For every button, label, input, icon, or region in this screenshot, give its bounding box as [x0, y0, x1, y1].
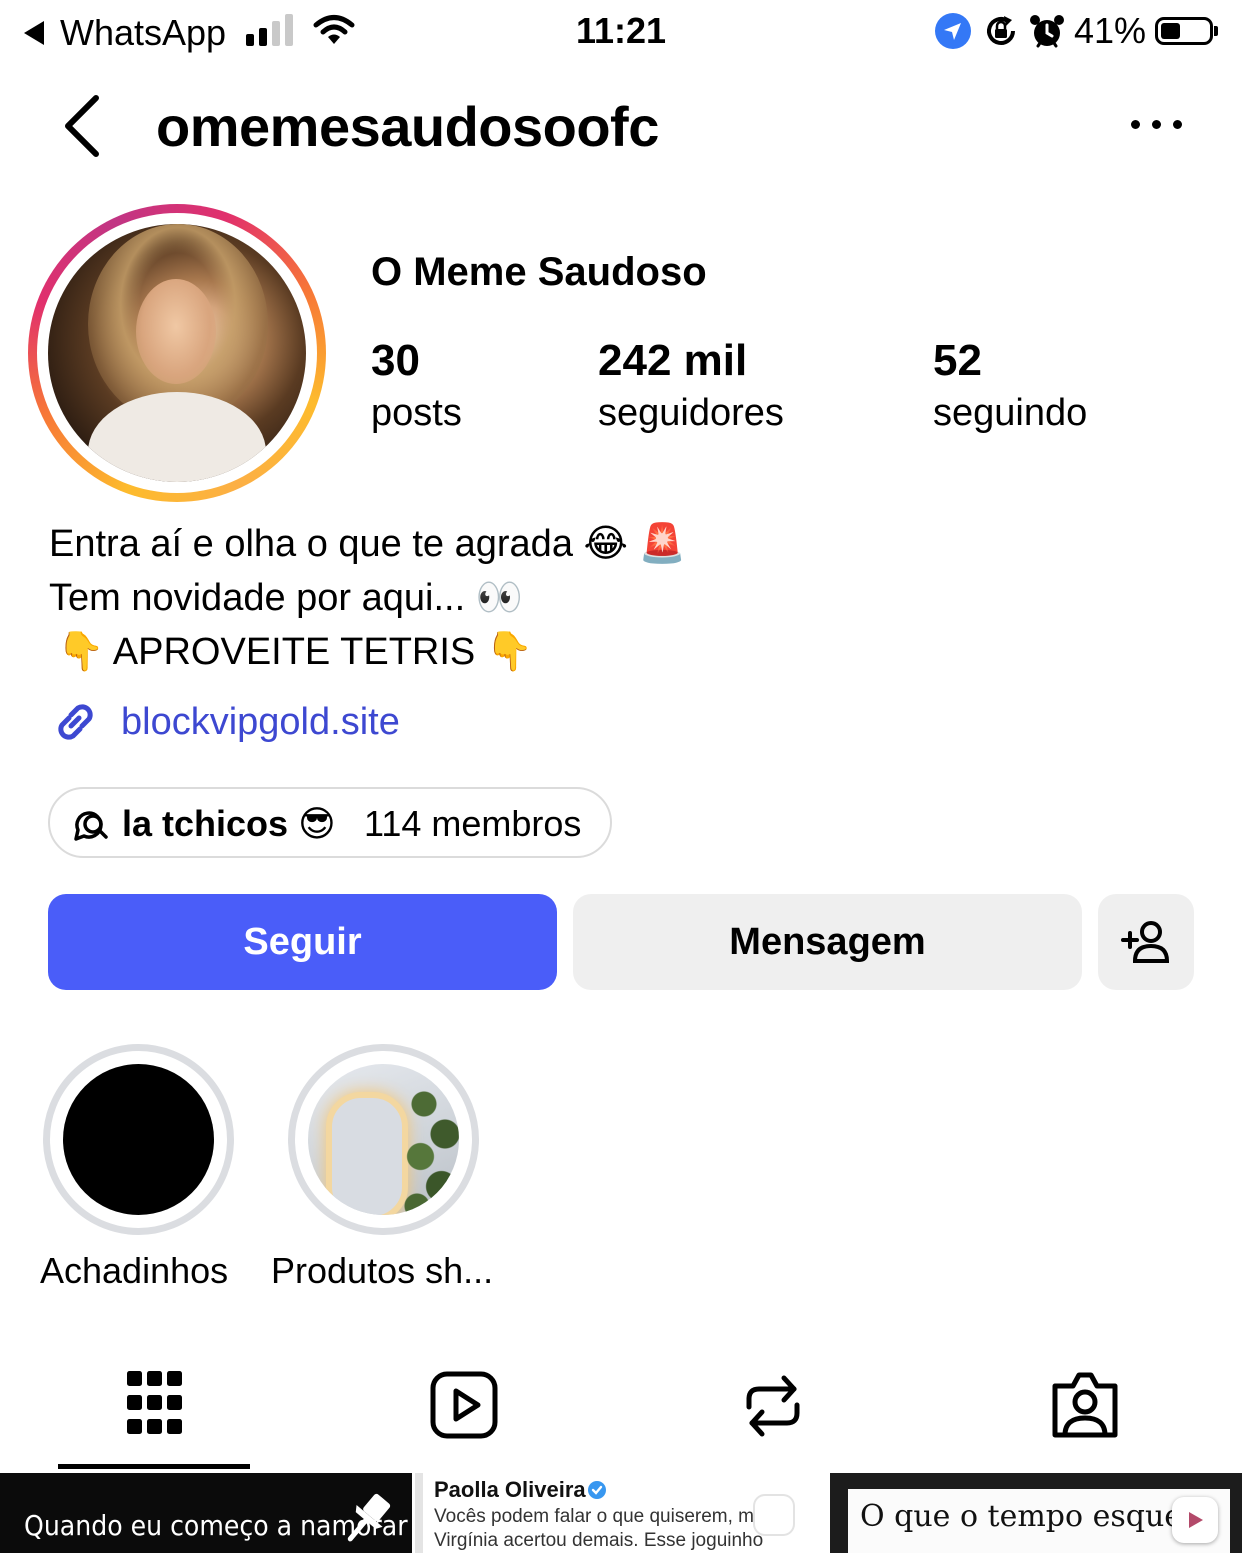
channel-members: 114 membros — [364, 803, 582, 844]
verified-badge-icon — [588, 1481, 606, 1499]
highlight-produtos[interactable] — [288, 1044, 479, 1235]
tagged-icon[interactable] — [1051, 1370, 1119, 1440]
highlight-cover — [63, 1064, 214, 1215]
profile-username: omemesaudosoofc — [156, 95, 659, 158]
channel-name: la tchicos 😎 — [122, 803, 336, 844]
highlight-cover — [308, 1064, 459, 1215]
stat-label: seguidores — [598, 392, 784, 434]
link-text: blockvipgold.site — [121, 700, 400, 743]
channel-icon — [74, 811, 108, 841]
image-placeholder-icon — [755, 1496, 793, 1534]
bio-link[interactable]: blockvipgold.site — [49, 696, 400, 748]
dot — [1152, 120, 1161, 129]
location-icon — [935, 13, 971, 49]
rotation-lock-icon — [987, 16, 1015, 45]
highlight-label: Achadinhos — [40, 1250, 229, 1291]
tweet-line: Vocês podem falar o que quiserem, m — [434, 1506, 755, 1527]
story-ring[interactable] — [28, 204, 326, 502]
music-sticker-icon[interactable] — [1172, 1497, 1218, 1543]
broadcast-channel-pill[interactable]: la tchicos 😎 114 membros — [48, 787, 612, 858]
stat-following[interactable]: 52 seguindo — [933, 336, 1087, 435]
bio-line: Tem novidade por aqui... 👀 — [49, 577, 524, 619]
highlight-achadinhos[interactable] — [43, 1044, 234, 1235]
post-thumbnail[interactable]: Quando eu começo a namorar — [0, 1473, 412, 1553]
post-title: O que o tempo esquece — [860, 1499, 1217, 1534]
bio-line: Entra aí e olha o que te agrada 😂 🚨 — [49, 523, 686, 565]
post-thumbnail[interactable]: O que o tempo esquece — [830, 1473, 1242, 1553]
more-options-icon[interactable] — [1131, 120, 1183, 132]
dot — [1173, 120, 1182, 129]
link-icon — [58, 704, 93, 740]
alarm-icon — [1030, 15, 1064, 48]
back-chevron-icon[interactable] — [58, 94, 106, 158]
message-button[interactable]: Mensagem — [573, 894, 1082, 990]
plant-leaves — [396, 1074, 459, 1215]
stat-followers[interactable]: 242 mil seguidores — [598, 336, 784, 435]
avatar — [48, 224, 306, 482]
pin-icon — [347, 1493, 391, 1542]
stat-count: 242 mil — [598, 336, 748, 385]
bio-line: 👇 APROVEITE TETRIS 👇 — [57, 631, 534, 673]
add-person-icon — [1121, 921, 1170, 963]
post-thumb-left-edge — [415, 1473, 423, 1553]
stat-label: posts — [371, 392, 462, 434]
grid-icon — [127, 1371, 182, 1434]
reposts-icon[interactable] — [744, 1371, 802, 1441]
stat-label: seguindo — [933, 392, 1088, 434]
stat-count: 52 — [933, 336, 982, 385]
highlight-label: Produtos sh... — [271, 1250, 494, 1291]
play-icon — [1189, 1512, 1203, 1528]
stat-posts[interactable]: 30 posts — [371, 336, 462, 435]
suggest-people-button[interactable] — [1098, 894, 1194, 990]
display-name: O Meme Saudoso — [371, 250, 707, 294]
stat-count: 30 — [371, 336, 420, 385]
battery-icon — [1155, 17, 1213, 45]
active-tab-indicator — [58, 1464, 250, 1469]
battery-fill — [1161, 23, 1180, 39]
battery-tip — [1214, 26, 1218, 36]
reels-icon[interactable] — [430, 1371, 498, 1439]
tweet-author: Paolla Oliveira — [434, 1477, 586, 1502]
status-bar: WhatsApp 11:21 41% — [0, 0, 1242, 66]
tweet-line: Virgínia acertou demais. Esse joguinho — [434, 1530, 764, 1551]
avatar-face — [136, 279, 216, 384]
post-thumbnail[interactable]: Paolla Oliveira Vocês podem falar o que … — [415, 1473, 827, 1553]
battery-percent: 41% — [1074, 10, 1147, 51]
tab-grid[interactable] — [58, 1360, 250, 1470]
dot — [1131, 120, 1140, 129]
follow-button[interactable]: Seguir — [48, 894, 557, 990]
avatar-shirt — [88, 392, 266, 482]
